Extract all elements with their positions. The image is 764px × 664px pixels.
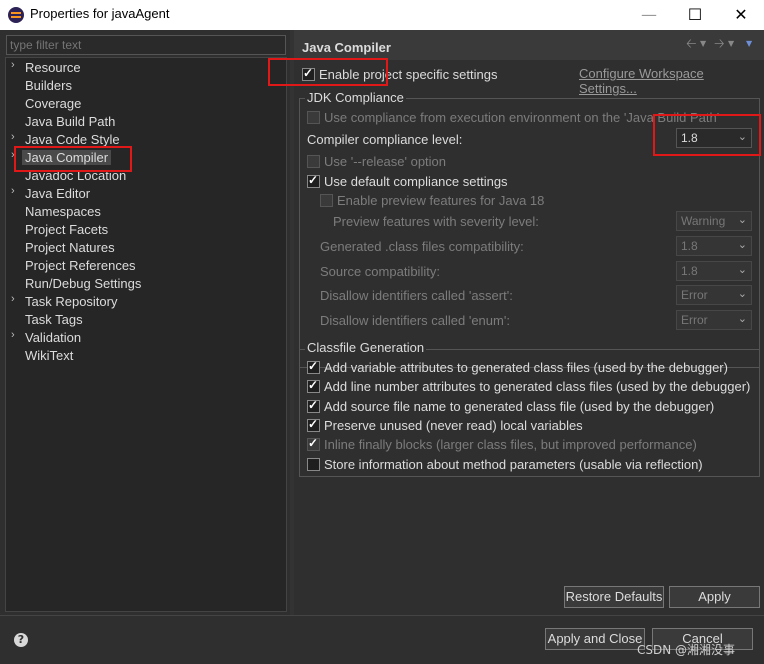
tree-item-builders[interactable]: Builders — [6, 77, 286, 95]
tree-item-task-tags[interactable]: Task Tags — [6, 311, 286, 329]
eclipse-app-icon — [8, 7, 24, 23]
apply-and-close-button[interactable]: Apply and Close — [545, 628, 645, 650]
maximize-icon[interactable]: ☐ — [672, 0, 718, 30]
enable-preview-checkbox[interactable]: Enable preview features for Java 18 — [320, 192, 544, 208]
generated-class-label: Generated .class files compatibility: — [320, 239, 524, 254]
add-variable-attributes-checkbox[interactable]: Add variable attributes to generated cla… — [307, 359, 728, 375]
configure-workspace-link[interactable]: Configure Workspace Settings... — [579, 66, 764, 96]
restore-defaults-button[interactable]: Restore Defaults — [564, 586, 664, 608]
tree-item-task-repository[interactable]: › Task Repository — [6, 293, 286, 311]
checkbox-icon[interactable] — [307, 173, 320, 189]
highlight-java-compiler — [14, 146, 132, 172]
csdn-watermark: CSDN @湘湘没事 — [637, 643, 736, 657]
preview-severity-select[interactable]: Warning ⌄ — [676, 211, 752, 231]
highlight-compliance-level — [653, 114, 761, 156]
assert-select[interactable]: Error ⌄ — [676, 285, 752, 305]
tree-item-namespaces[interactable]: Namespaces — [6, 203, 286, 221]
preview-severity-label: Preview features with severity level: — [333, 214, 539, 229]
use-release-checkbox[interactable]: Use '--release' option — [307, 153, 446, 169]
chevron-down-icon: ⌄ — [737, 239, 747, 251]
use-default-compliance-checkbox[interactable]: Use default compliance settings — [307, 173, 508, 189]
add-line-number-checkbox[interactable]: Add line number attributes to generated … — [307, 378, 750, 394]
inline-finally-checkbox[interactable]: Inline finally blocks (larger class file… — [307, 436, 697, 452]
filter-input[interactable] — [6, 35, 286, 55]
view-menu-icon[interactable]: ▼ — [746, 39, 752, 48]
tree-item-validation[interactable]: › Validation — [6, 329, 286, 347]
generated-class-select[interactable]: 1.8 ⌄ — [676, 236, 752, 256]
checkbox-icon[interactable] — [320, 194, 333, 208]
checkbox-icon[interactable] — [307, 111, 320, 125]
checkbox-icon[interactable] — [307, 436, 320, 452]
tree-item-coverage[interactable]: Coverage — [6, 95, 286, 113]
compliance-level-label: Compiler compliance level: — [307, 132, 463, 147]
tree-item-java-build-path[interactable]: Java Build Path — [6, 113, 286, 131]
window-title: Properties for javaAgent — [30, 6, 170, 21]
property-tree: › Resource Builders Coverage Java Build P… — [5, 57, 287, 612]
checkbox-icon[interactable] — [307, 155, 320, 169]
enum-label: Disallow identifiers called 'enum': — [320, 313, 510, 328]
back-menu-chevron-icon[interactable]: ▼ — [700, 39, 706, 48]
source-compat-label: Source compatibility: — [320, 264, 440, 279]
tree-item-wikitext[interactable]: WikiText — [6, 347, 286, 365]
title-bar: Properties for javaAgent — ☐ ✕ — [0, 0, 764, 30]
page-title: Java Compiler — [302, 40, 391, 55]
chevron-right-icon[interactable]: › — [11, 329, 15, 341]
checkbox-icon[interactable] — [307, 458, 320, 472]
checkbox-icon[interactable] — [307, 378, 320, 394]
forward-arrow-icon[interactable]: 🡢 — [714, 35, 725, 57]
add-source-file-checkbox[interactable]: Add source file name to generated class … — [307, 398, 714, 414]
chevron-right-icon[interactable]: › — [11, 293, 15, 305]
apply-button[interactable]: Apply — [669, 586, 760, 608]
assert-label: Disallow identifiers called 'assert': — [320, 288, 513, 303]
chevron-down-icon: ⌄ — [737, 313, 747, 325]
forward-menu-chevron-icon[interactable]: ▼ — [728, 39, 734, 48]
chevron-down-icon: ⌄ — [737, 264, 747, 276]
enum-select[interactable]: Error ⌄ — [676, 310, 752, 330]
help-icon[interactable]: ? — [14, 633, 28, 647]
tree-item-run-debug-settings[interactable]: Run/Debug Settings — [6, 275, 286, 293]
preserve-unused-checkbox[interactable]: Preserve unused (never read) local varia… — [307, 417, 583, 433]
chevron-down-icon: ⌄ — [737, 214, 747, 226]
source-compat-select[interactable]: 1.8 ⌄ — [676, 261, 752, 281]
minimize-icon[interactable]: — — [626, 0, 672, 30]
checkbox-icon[interactable] — [307, 417, 320, 433]
tree-item-resource[interactable]: › Resource — [6, 59, 286, 77]
checkbox-icon[interactable] — [307, 359, 320, 375]
highlight-enable-project — [268, 58, 388, 86]
tree-item-project-facets[interactable]: Project Facets — [6, 221, 286, 239]
page-header: Java Compiler 🡠 ▼ 🡢 ▼ ▼ — [294, 30, 764, 60]
tree-item-java-editor[interactable]: › Java Editor — [6, 185, 286, 203]
tree-item-project-references[interactable]: Project References — [6, 257, 286, 275]
store-method-params-checkbox[interactable]: Store information about method parameter… — [307, 456, 703, 472]
chevron-down-icon: ⌄ — [737, 288, 747, 300]
chevron-right-icon[interactable]: › — [11, 185, 15, 197]
tree-item-project-natures[interactable]: Project Natures — [6, 239, 286, 257]
chevron-right-icon[interactable]: › — [11, 131, 15, 143]
close-icon[interactable]: ✕ — [718, 0, 764, 30]
chevron-right-icon[interactable]: › — [11, 59, 15, 71]
back-arrow-icon[interactable]: 🡠 — [686, 35, 697, 57]
checkbox-icon[interactable] — [307, 398, 320, 414]
classfile-generation-title: Classfile Generation — [305, 340, 427, 355]
jdk-compliance-title: JDK Compliance — [305, 90, 406, 105]
